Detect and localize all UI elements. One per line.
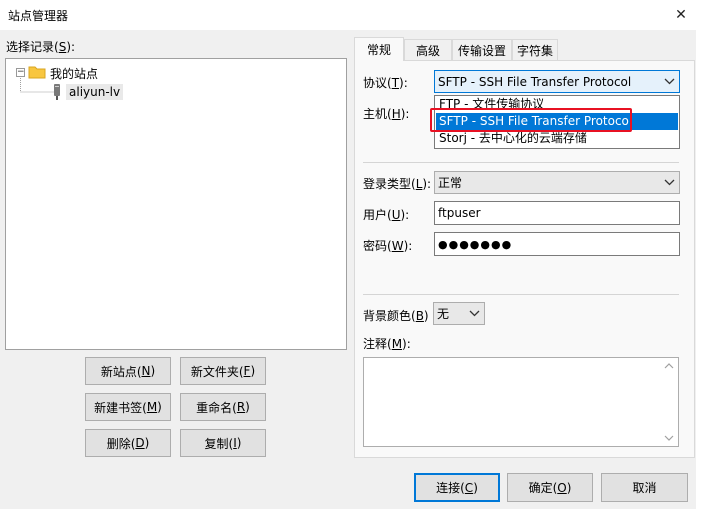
chevron-down-icon	[664, 78, 675, 85]
scroll-down-icon[interactable]	[664, 434, 674, 442]
collapse-icon[interactable]: −	[16, 68, 25, 77]
separator	[363, 294, 679, 295]
folder-icon	[28, 66, 46, 79]
window-edge	[696, 30, 701, 509]
connect-button[interactable]: 连接(C)	[414, 473, 500, 502]
ok-button[interactable]: 确定(O)	[507, 473, 593, 502]
delete-button[interactable]: 删除(D)	[85, 429, 171, 457]
host-label: 主机(H):	[363, 107, 410, 121]
scroll-up-icon[interactable]	[664, 362, 674, 370]
site-tree[interactable]: − 我的站点 aliyun-lv	[5, 58, 347, 350]
tab-general[interactable]: 常规	[354, 37, 404, 61]
bg-color-select[interactable]: 无	[433, 302, 485, 325]
logon-type-label: 登录类型(L):	[363, 177, 432, 191]
close-button[interactable]: ✕	[666, 0, 696, 30]
rename-button[interactable]: 重命名(R)	[180, 393, 266, 421]
close-icon: ✕	[675, 7, 687, 23]
duplicate-button[interactable]: 复制(I)	[180, 429, 266, 457]
title-bar: 站点管理器 ✕	[0, 0, 701, 30]
highlight-box	[430, 108, 632, 132]
logon-type-select[interactable]: 正常	[434, 171, 680, 194]
new-bookmark-button[interactable]: 新建书签(M)	[85, 393, 171, 421]
bg-color-label: 背景颜色(B)	[363, 309, 429, 323]
separator	[363, 162, 679, 163]
cancel-button[interactable]: 取消	[601, 473, 688, 502]
notes-scrollbar[interactable]	[660, 358, 678, 446]
user-label: 用户(U):	[363, 208, 410, 222]
protocol-select[interactable]: SFTP - SSH File Transfer Protocol	[434, 70, 680, 93]
window-title: 站点管理器	[8, 9, 69, 23]
chevron-down-icon	[664, 179, 675, 186]
new-folder-button[interactable]: 新文件夹(F)	[180, 357, 266, 385]
server-icon	[54, 84, 60, 100]
new-site-button[interactable]: 新站点(N)	[85, 357, 171, 385]
chevron-down-icon	[469, 310, 480, 317]
tree-site-item[interactable]: aliyun-lv	[66, 84, 124, 100]
select-entry-label: 选择记录(S):	[6, 40, 76, 54]
protocol-label: 协议(T):	[363, 76, 408, 90]
password-input[interactable]: ●●●●●●●	[434, 232, 680, 256]
user-input[interactable]: ftpuser	[434, 201, 680, 225]
protocol-option-storj[interactable]: Storj - 去中心化的云端存储	[436, 130, 678, 147]
password-label: 密码(W):	[363, 239, 413, 253]
tab-transfer-settings[interactable]: 传输设置	[452, 39, 512, 60]
tab-advanced[interactable]: 高级	[404, 39, 452, 60]
notes-label: 注释(M):	[363, 337, 411, 351]
tab-charset[interactable]: 字符集	[512, 39, 558, 60]
notes-textarea[interactable]	[363, 357, 679, 447]
